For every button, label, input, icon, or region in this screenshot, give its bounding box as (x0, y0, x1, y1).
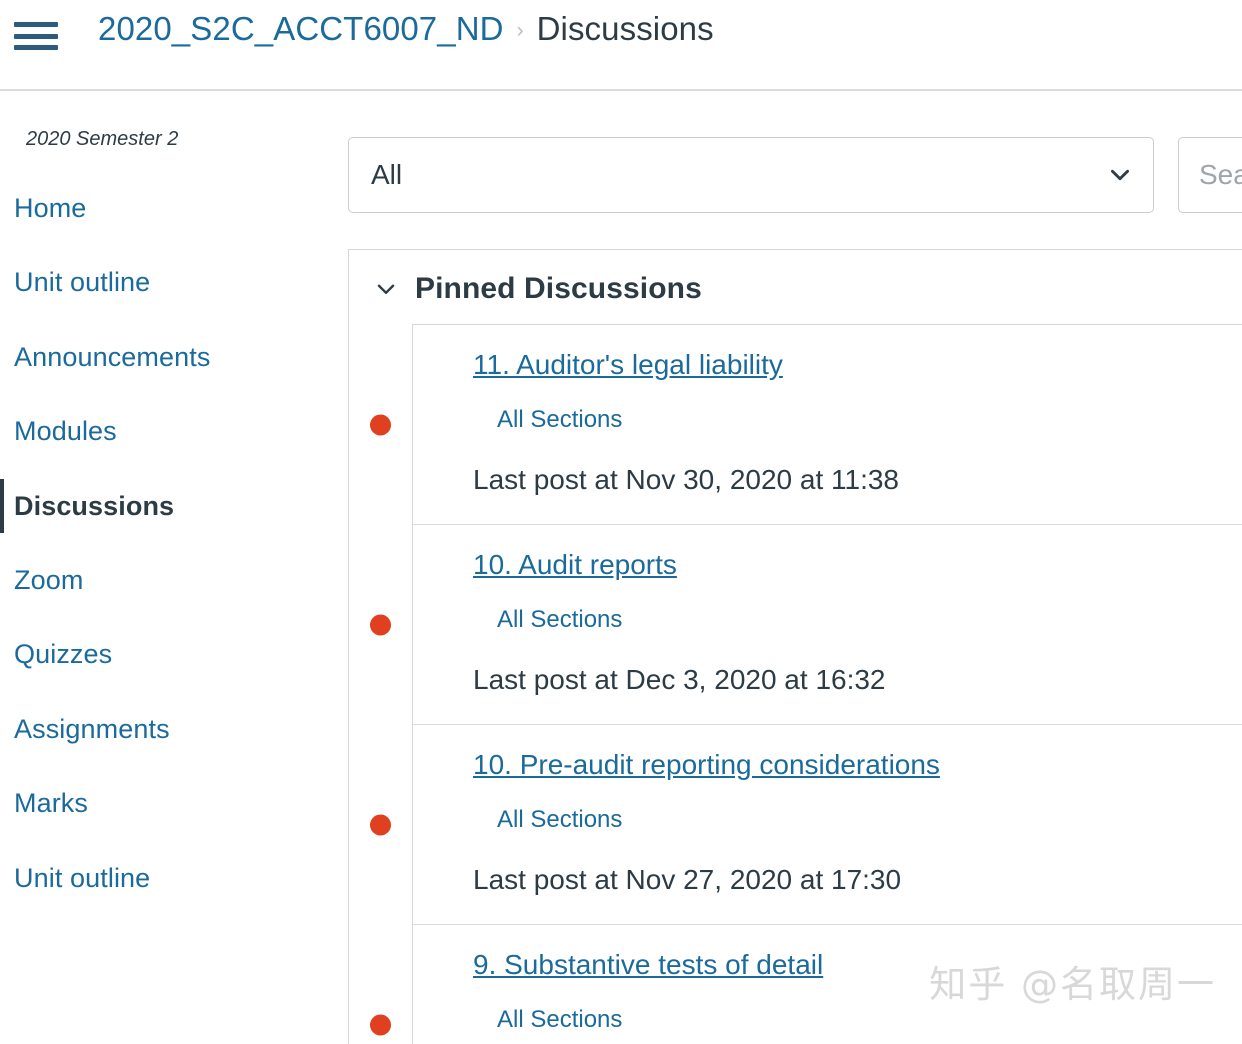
discussion-title-link[interactable]: 9. Substantive tests of detail (473, 947, 823, 982)
chevron-down-icon (1111, 169, 1129, 181)
unread-dot-icon[interactable] (370, 414, 391, 435)
sidebar-term-label: 2020 Semester 2 (26, 128, 179, 150)
sidebar-item-quizzes[interactable]: Quizzes (0, 627, 340, 681)
sidebar-item-label: Modules (14, 416, 117, 447)
breadcrumb-current: Discussions (536, 10, 714, 47)
discussion-row[interactable]: 10. Pre-audit reporting considerations Al… (370, 725, 1242, 925)
sidebar-item-label: Announcements (14, 341, 211, 372)
chevron-down-icon (377, 284, 395, 294)
sidebar-item-assignments[interactable]: Assignments (0, 702, 340, 756)
discussion-search-box[interactable]: Search by title or author... (1178, 137, 1242, 213)
discussion-title-link[interactable]: 11. Auditor's legal liability (473, 347, 783, 382)
sidebar-item-unit-outline[interactable]: Unit outline (0, 851, 340, 905)
discussion-sections: All Sections (497, 606, 623, 633)
breadcrumb-course-link[interactable]: 2020_S2C_ACCT6007_ND (98, 10, 504, 48)
search-input-placeholder: Search by title or author... (1199, 159, 1242, 190)
sidebar-item-announcements[interactable]: Announcements (0, 330, 340, 384)
sidebar-item-discussions[interactable]: Discussions (0, 478, 340, 534)
sidebar-item-label: Marks (14, 788, 88, 819)
discussion-row[interactable]: 11. Auditor's legal liability All Section… (370, 325, 1242, 525)
pinned-section-toggle[interactable]: Pinned Discussions (349, 250, 1242, 324)
page-header: 2020_S2C_ACCT6007_ND › Discussions (0, 0, 1242, 91)
course-sidebar: 2020 Semester 2 Home Unit outline Announce… (0, 93, 340, 1044)
sidebar-item-label: Unit outline (14, 862, 151, 893)
discussion-list: 11. Auditor's legal liability All Section… (370, 324, 1242, 1044)
pinned-section-title: Pinned Discussions (415, 272, 702, 305)
discussions-toolbar: All Search by title or author... (348, 137, 1242, 213)
discussion-title-link[interactable]: 10. Audit reports (473, 547, 677, 582)
discussion-filter-select[interactable]: All (348, 137, 1154, 213)
discussion-sections: All Sections (497, 1006, 623, 1033)
sidebar-item-home[interactable]: Home (0, 181, 340, 235)
sidebar-item-label: Quizzes (14, 639, 113, 670)
discussion-body: 10. Pre-audit reporting considerations Al… (413, 747, 1242, 900)
breadcrumb-separator-icon: › (516, 19, 524, 42)
discussion-body: 11. Auditor's legal liability All Section… (413, 347, 1242, 500)
main-content: All Search by title or author... Pinned … (340, 93, 1242, 1044)
sidebar-item-modules[interactable]: Modules (0, 404, 340, 458)
sidebar-item-label: Zoom (14, 564, 84, 595)
discussion-last-post: Last post at Dec 3, 2020 at 16:32 (473, 663, 886, 695)
sidebar-item-label: Unit outline (14, 267, 151, 298)
sidebar-item-zoom[interactable]: Zoom (0, 553, 340, 607)
hamburger-bar-1 (14, 22, 58, 27)
watermark: 知乎 @名取周一 (929, 963, 1216, 1006)
hamburger-icon[interactable] (14, 16, 58, 56)
discussion-body: 10. Audit reports All Sections Last post a… (413, 547, 1242, 700)
discussion-last-post: Last post at Nov 30, 2020 at 11:38 (473, 463, 900, 495)
discussions-page: 2020_S2C_ACCT6007_ND › Discussions 2020 … (0, 0, 1242, 1044)
unread-dot-icon[interactable] (370, 614, 391, 635)
sidebar-item-label: Home (14, 193, 87, 223)
unread-dot-icon[interactable] (370, 814, 391, 835)
discussion-last-post: Last post at Nov 27, 2020 at 17:30 (473, 863, 902, 895)
discussion-sections: All Sections (497, 406, 623, 433)
pinned-discussions-panel: Pinned Discussions 11. Auditor's legal l… (348, 249, 1242, 1044)
discussion-sections: All Sections (497, 806, 623, 833)
discussion-filter-value: All (371, 159, 403, 190)
sidebar-item-label: Assignments (14, 713, 170, 744)
hamburger-bar-2 (14, 33, 58, 39)
sidebar-item-label: Discussions (14, 490, 175, 521)
sidebar-item-marks[interactable]: Marks (0, 776, 340, 830)
hamburger-bar-3 (14, 45, 58, 50)
breadcrumb: 2020_S2C_ACCT6007_ND › Discussions (98, 10, 714, 48)
discussion-title-link[interactable]: 10. Pre-audit reporting considerations (473, 747, 940, 782)
unread-dot-icon[interactable] (370, 1014, 391, 1036)
sidebar-item-unit-outline[interactable]: Unit outline (0, 255, 340, 309)
sidebar-nav: Home Unit outline Announcements Modules Disc… (0, 181, 340, 905)
discussion-row[interactable]: 10. Audit reports All Sections Last post a… (370, 525, 1242, 725)
